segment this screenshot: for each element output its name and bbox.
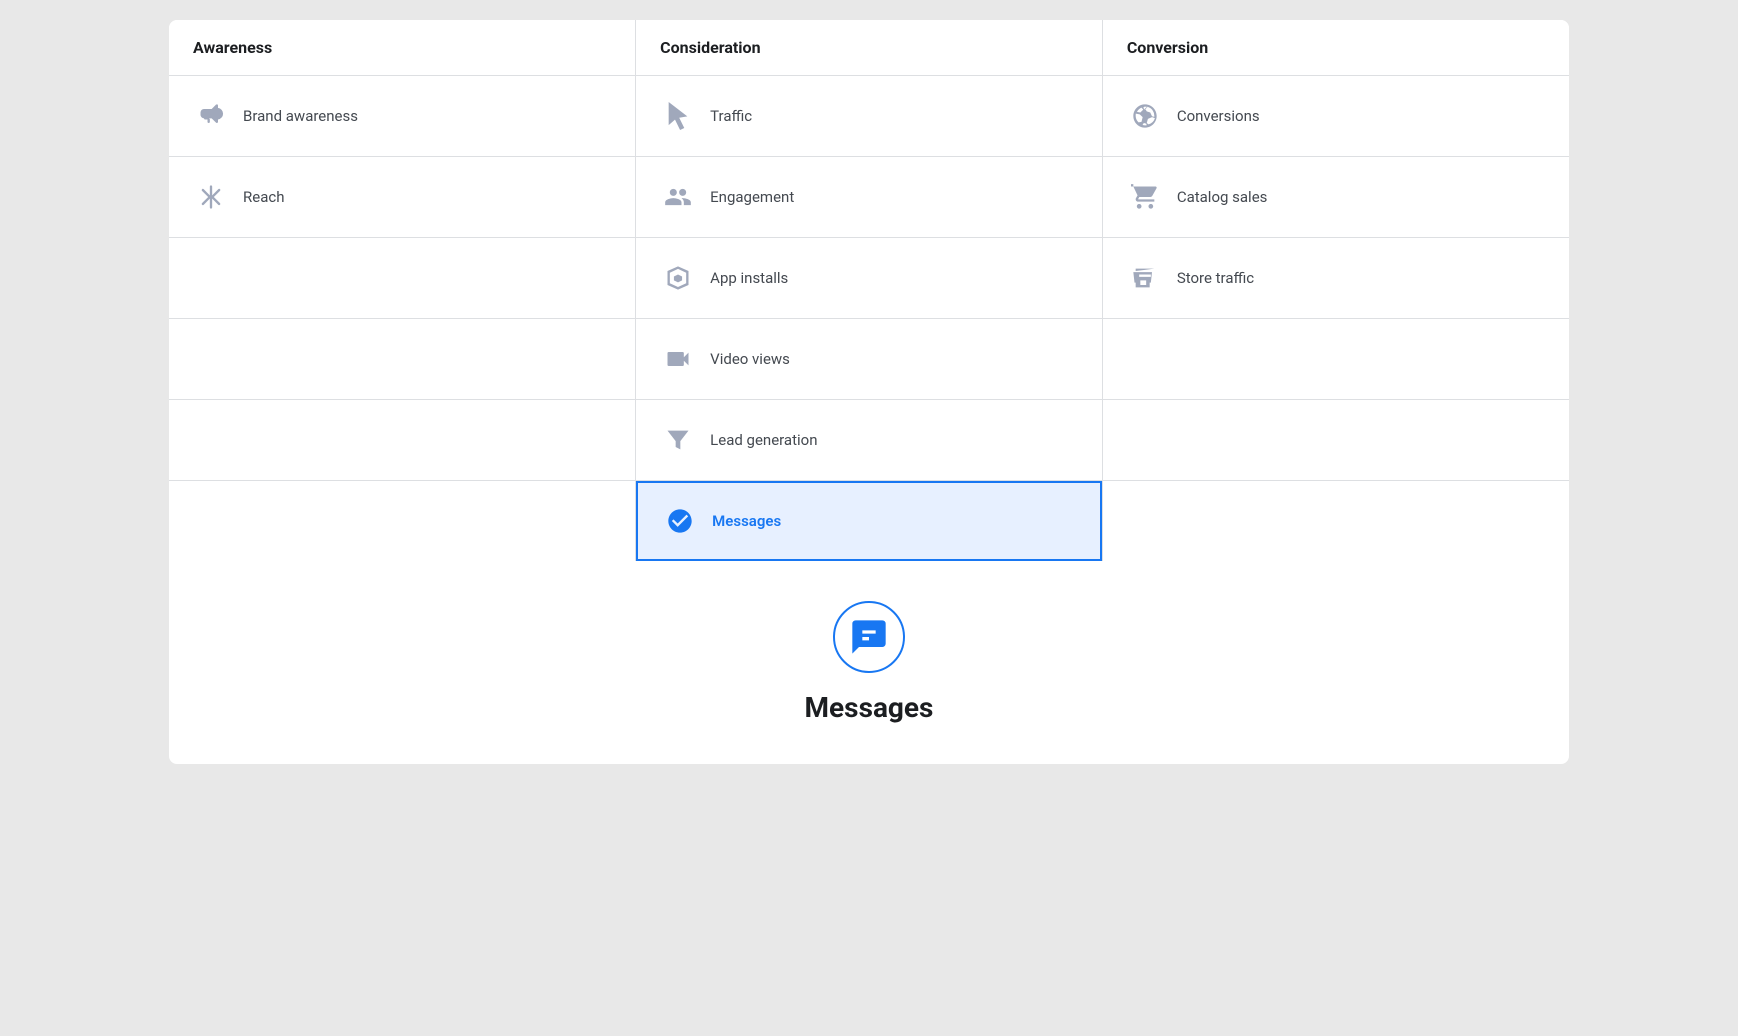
objectives-grid: Awareness Consideration Conversion — [169, 20, 1569, 561]
video-views-item[interactable]: Video views — [636, 319, 1102, 399]
video-icon — [660, 341, 696, 377]
chat-bubble-icon — [849, 617, 889, 657]
lead-generation-item[interactable]: Lead generation — [636, 400, 1102, 480]
awareness-empty-2 — [169, 319, 636, 400]
store-icon — [1127, 260, 1163, 296]
reach-item[interactable]: Reach — [169, 157, 635, 237]
app-installs-item[interactable]: App installs — [636, 238, 1102, 318]
video-views-cell[interactable]: Video views — [636, 319, 1103, 400]
asterisk-icon — [193, 179, 229, 215]
table-row: Brand awareness Traffic — [169, 76, 1569, 157]
awareness-empty-1 — [169, 238, 636, 319]
bottom-section: Messages — [169, 561, 1569, 764]
table-row: Reach Engagement — [169, 157, 1569, 238]
store-traffic-label: Store traffic — [1177, 269, 1254, 287]
messages-item[interactable]: Messages — [636, 481, 1102, 561]
traffic-label: Traffic — [710, 107, 752, 125]
filter-icon — [660, 422, 696, 458]
conversion-empty-2 — [1102, 400, 1569, 481]
catalog-sales-cell[interactable]: Catalog sales — [1102, 157, 1569, 238]
conversion-empty-1 — [1102, 319, 1569, 400]
messages-label: Messages — [712, 512, 781, 530]
awareness-header: Awareness — [169, 20, 636, 76]
cursor-icon — [660, 98, 696, 134]
store-traffic-item[interactable]: Store traffic — [1103, 238, 1569, 318]
brand-awareness-item[interactable]: Brand awareness — [169, 76, 635, 156]
reach-label: Reach — [243, 188, 284, 206]
awareness-empty-3 — [169, 400, 636, 481]
megaphone-icon — [193, 98, 229, 134]
app-installs-label: App installs — [710, 269, 788, 287]
table-row: Lead generation — [169, 400, 1569, 481]
traffic-item[interactable]: Traffic — [636, 76, 1102, 156]
people-icon — [660, 179, 696, 215]
engagement-cell[interactable]: Engagement — [636, 157, 1103, 238]
catalog-sales-item[interactable]: Catalog sales — [1103, 157, 1569, 237]
engagement-label: Engagement — [710, 188, 794, 206]
conversion-header: Conversion — [1102, 20, 1569, 76]
globe-icon — [1127, 98, 1163, 134]
table-row: Video views — [169, 319, 1569, 400]
cart-icon — [1127, 179, 1163, 215]
app-installs-cell[interactable]: App installs — [636, 238, 1103, 319]
brand-awareness-cell[interactable]: Brand awareness — [169, 76, 636, 157]
campaign-objective-selector: Awareness Consideration Conversion — [169, 20, 1569, 764]
brand-awareness-label: Brand awareness — [243, 107, 358, 125]
conversion-empty-3 — [1102, 481, 1569, 562]
check-circle-icon — [662, 503, 698, 539]
conversions-item[interactable]: Conversions — [1103, 76, 1569, 156]
bottom-title: Messages — [805, 691, 934, 724]
awareness-empty-4 — [169, 481, 636, 562]
consideration-header: Consideration — [636, 20, 1103, 76]
box-icon — [660, 260, 696, 296]
table-row: App installs Store traffic — [169, 238, 1569, 319]
lead-generation-label: Lead generation — [710, 431, 817, 449]
traffic-cell[interactable]: Traffic — [636, 76, 1103, 157]
messages-cell[interactable]: Messages — [636, 481, 1103, 562]
lead-generation-cell[interactable]: Lead generation — [636, 400, 1103, 481]
table-row: Messages — [169, 481, 1569, 562]
engagement-item[interactable]: Engagement — [636, 157, 1102, 237]
conversions-cell[interactable]: Conversions — [1102, 76, 1569, 157]
reach-cell[interactable]: Reach — [169, 157, 636, 238]
conversions-label: Conversions — [1177, 107, 1260, 125]
bottom-icon-circle — [833, 601, 905, 673]
store-traffic-cell[interactable]: Store traffic — [1102, 238, 1569, 319]
catalog-sales-label: Catalog sales — [1177, 188, 1268, 206]
video-views-label: Video views — [710, 350, 790, 368]
